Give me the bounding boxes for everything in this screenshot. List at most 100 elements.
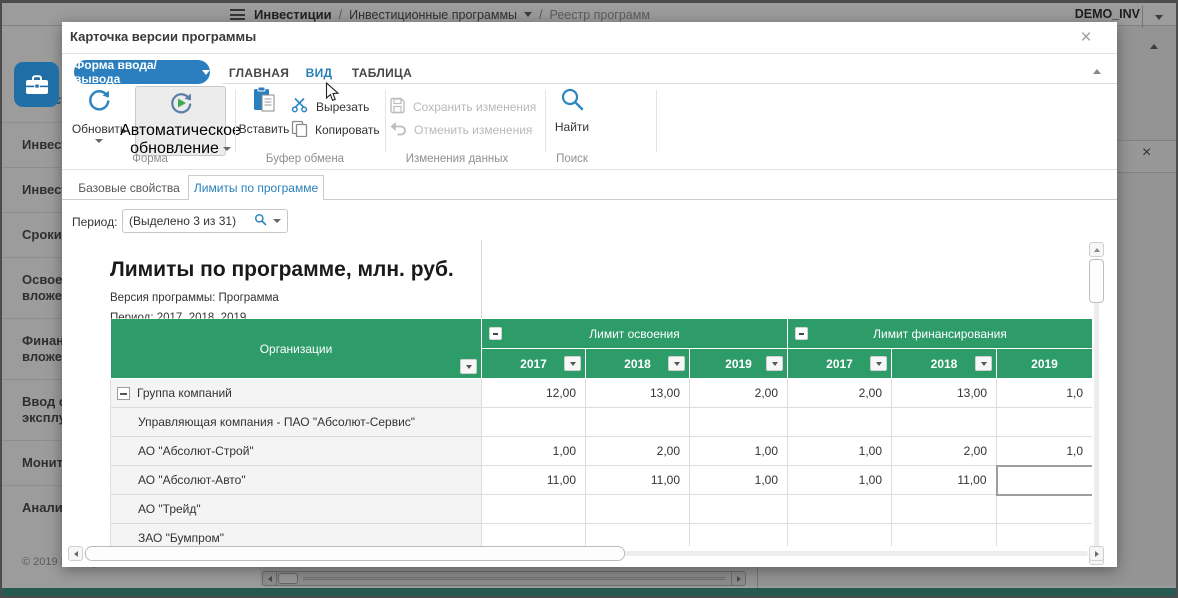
- ribbon-group-label: Буфер обмена: [255, 153, 355, 165]
- ribbon-tab-table[interactable]: ТАБЛИЦА: [350, 62, 414, 84]
- column-header-organizations[interactable]: Организации: [111, 319, 482, 379]
- scroll-right-icon[interactable]: [1089, 546, 1104, 561]
- dialog-briefcase-icon: [14, 62, 59, 107]
- ribbon-tab-view[interactable]: ВИД: [302, 62, 336, 84]
- value-cell[interactable]: [892, 495, 997, 524]
- save-changes-button[interactable]: Сохранить изменения: [389, 97, 536, 116]
- column-header-year[interactable]: 2017: [788, 349, 892, 379]
- value-cell[interactable]: 2,00: [788, 379, 892, 408]
- value-cell[interactable]: 2,00: [690, 379, 788, 408]
- filter-dropdown-icon[interactable]: [870, 356, 887, 371]
- column-header-year[interactable]: 2018: [586, 349, 690, 379]
- copy-button[interactable]: Копировать: [291, 120, 380, 139]
- value-cell[interactable]: 13,00: [586, 379, 690, 408]
- undo-icon: [389, 120, 407, 139]
- value-cell[interactable]: [586, 495, 690, 524]
- table-row: ЗАО "Бумпром": [111, 524, 1093, 547]
- collapse-row-icon[interactable]: [117, 387, 130, 400]
- value-cell[interactable]: 1,00: [482, 437, 586, 466]
- search-icon[interactable]: [254, 213, 267, 229]
- value-cell[interactable]: [788, 408, 892, 437]
- scrollbar-thumb[interactable]: [1089, 259, 1104, 303]
- org-cell[interactable]: Группа компаний: [111, 379, 482, 408]
- undo-changes-button[interactable]: Отменить изменения: [389, 120, 532, 139]
- value-cell[interactable]: 11,00: [892, 466, 997, 495]
- filter-dropdown-icon[interactable]: [460, 359, 477, 374]
- value-cell[interactable]: 11,00: [482, 466, 586, 495]
- tab-basic-properties[interactable]: Базовые свойства: [70, 175, 188, 200]
- dropdown-arrow-icon: [95, 139, 103, 143]
- dropdown-arrow-icon[interactable]: [273, 219, 281, 223]
- report-horizontal-scrollbar[interactable]: [68, 546, 1104, 561]
- value-cell[interactable]: [482, 408, 586, 437]
- table-row: Группа компаний 12,00 13,00 2,00 2,00 13…: [111, 379, 1093, 408]
- value-cell[interactable]: 1,00: [788, 466, 892, 495]
- find-button[interactable]: Найти: [550, 86, 594, 134]
- value-cell[interactable]: 11,00: [586, 466, 690, 495]
- column-header-year[interactable]: 2017: [482, 349, 586, 379]
- ribbon-tab-main[interactable]: ГЛАВНАЯ: [230, 62, 288, 84]
- scroll-left-icon[interactable]: [68, 546, 83, 561]
- value-cell[interactable]: [586, 408, 690, 437]
- value-cell[interactable]: [690, 524, 788, 547]
- org-cell[interactable]: АО "Абсолют-Авто": [111, 466, 482, 495]
- value-cell[interactable]: 1,0: [997, 437, 1093, 466]
- group-header-financing-limit[interactable]: Лимит финансирования: [788, 319, 1093, 349]
- value-cell[interactable]: [586, 524, 690, 547]
- refresh-icon: [85, 86, 113, 119]
- form-io-menu-button[interactable]: Форма ввода/вывода: [74, 60, 210, 84]
- value-cell[interactable]: [482, 495, 586, 524]
- period-combobox[interactable]: (Выделено 3 из 31): [122, 209, 288, 233]
- value-cell[interactable]: [997, 524, 1093, 547]
- value-cell[interactable]: [892, 408, 997, 437]
- value-cell[interactable]: [997, 495, 1093, 524]
- filter-dropdown-icon[interactable]: [975, 356, 992, 371]
- selected-cell[interactable]: [997, 466, 1093, 495]
- value-cell[interactable]: [690, 408, 788, 437]
- report-vertical-scrollbar[interactable]: [1089, 242, 1104, 565]
- org-cell[interactable]: Управляющая компания - ПАО "Абсолют-Серв…: [111, 408, 482, 437]
- value-cell[interactable]: [690, 495, 788, 524]
- screen: Инвестиции / Инвестиционные программы / …: [0, 0, 1178, 598]
- search-icon: [559, 86, 585, 117]
- period-value: (Выделено 3 из 31): [129, 214, 248, 228]
- tab-program-limits[interactable]: Лимиты по программе: [188, 175, 324, 200]
- org-cell[interactable]: АО "Трейд": [111, 495, 482, 524]
- value-cell[interactable]: 1,00: [690, 437, 788, 466]
- value-cell[interactable]: [788, 495, 892, 524]
- report-title: Лимиты по программе, млн. руб.: [110, 258, 454, 282]
- group-header-development-limit[interactable]: Лимит освоения: [482, 319, 788, 349]
- dialog-title: Карточка версии программы: [70, 29, 256, 44]
- filter-dropdown-icon[interactable]: [564, 356, 581, 371]
- scroll-up-icon[interactable]: [1089, 242, 1104, 257]
- value-cell[interactable]: 1,00: [788, 437, 892, 466]
- paste-button[interactable]: Вставить: [238, 86, 290, 136]
- value-cell[interactable]: 2,00: [892, 437, 997, 466]
- column-header-year[interactable]: 2019: [690, 349, 788, 379]
- value-cell[interactable]: 1,00: [690, 466, 788, 495]
- org-cell[interactable]: АО "Абсолют-Строй": [111, 437, 482, 466]
- report-area: Лимиты по программе, млн. руб. Версия пр…: [62, 240, 1117, 546]
- filter-dropdown-icon[interactable]: [766, 356, 783, 371]
- value-cell[interactable]: 12,00: [482, 379, 586, 408]
- value-cell[interactable]: [788, 524, 892, 547]
- value-cell[interactable]: [892, 524, 997, 547]
- filter-dropdown-icon[interactable]: [668, 356, 685, 371]
- ribbon-collapse-button[interactable]: [1088, 64, 1106, 79]
- column-header-year[interactable]: 2018: [892, 349, 997, 379]
- collapse-group-icon[interactable]: [795, 327, 808, 340]
- dialog-close-button[interactable]: ×: [1074, 26, 1098, 50]
- collapse-group-icon[interactable]: [489, 327, 502, 340]
- column-header-year[interactable]: 2019: [997, 349, 1093, 379]
- org-cell[interactable]: ЗАО "Бумпром": [111, 524, 482, 547]
- copy-icon: [291, 120, 308, 140]
- value-cell[interactable]: 2,00: [586, 437, 690, 466]
- value-cell[interactable]: 1,0: [997, 379, 1093, 408]
- value-cell[interactable]: [997, 408, 1093, 437]
- auto-refresh-toggle-button[interactable]: Автоматическое обновление: [135, 86, 226, 156]
- scrollbar-thumb[interactable]: [85, 546, 625, 561]
- value-cell[interactable]: [482, 524, 586, 547]
- table-row: АО "Абсолют-Строй" 1,00 2,00 1,00 1,00 2…: [111, 437, 1093, 466]
- value-cell[interactable]: 13,00: [892, 379, 997, 408]
- cut-button[interactable]: Вырезать: [291, 97, 369, 116]
